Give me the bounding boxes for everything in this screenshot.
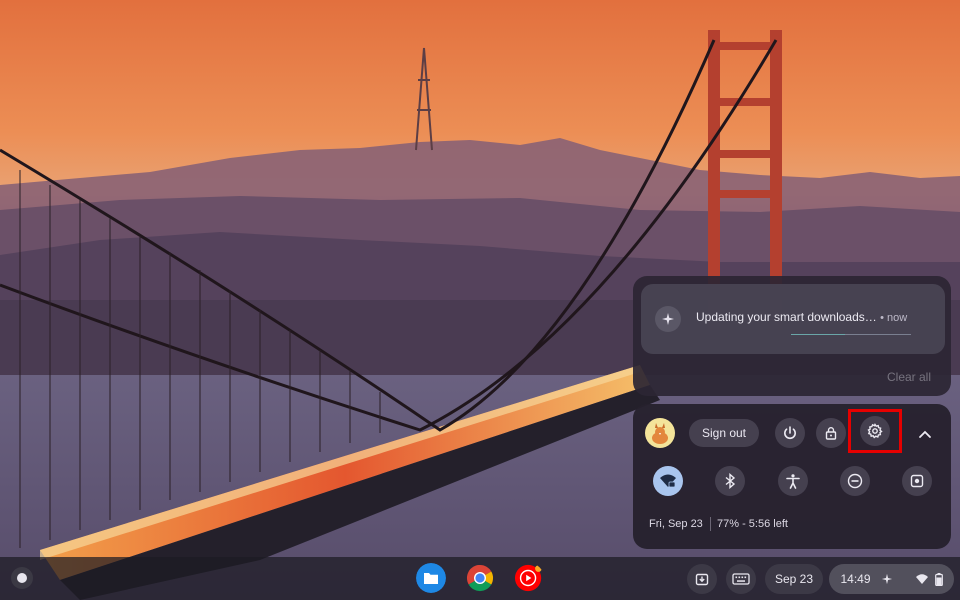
wifi-status-icon <box>915 574 928 584</box>
clock-time: 14:49 <box>840 572 871 586</box>
wifi-icon <box>660 474 676 488</box>
notification-center: Updating your smart downloads… • now Cle… <box>633 276 951 396</box>
bluetooth-icon <box>725 473 736 489</box>
files-app-icon[interactable] <box>416 563 446 593</box>
accessibility-icon <box>786 474 800 489</box>
launcher-icon <box>17 573 27 583</box>
lock-button[interactable] <box>816 418 846 448</box>
shelf: Sep 23 14:49 <box>0 557 960 600</box>
battery-icon <box>934 572 943 586</box>
notification-card[interactable]: Updating your smart downloads… • now <box>641 284 945 354</box>
do-not-disturb-icon <box>847 473 863 489</box>
download-tray-icon <box>695 573 709 586</box>
power-button[interactable] <box>775 418 805 448</box>
notification-progress-fill <box>791 334 845 335</box>
date-tray-button[interactable]: Sep 23 <box>765 564 823 594</box>
launcher-button[interactable] <box>11 567 33 589</box>
screen-capture-icon <box>910 474 924 488</box>
collapse-button[interactable] <box>913 422 937 446</box>
sign-out-button[interactable]: Sign out <box>689 419 759 447</box>
divider <box>710 517 711 531</box>
power-icon <box>784 426 796 440</box>
keyboard-icon <box>732 573 750 585</box>
notification-progress-bar <box>791 334 911 335</box>
youtube-music-app-icon[interactable] <box>514 563 544 593</box>
battery-status[interactable]: 77% - 5:56 left <box>717 518 788 530</box>
sparkle-status-icon <box>881 573 892 585</box>
screen-capture-tile[interactable] <box>902 466 932 496</box>
notification-title: Updating your smart downloads… <box>696 310 877 324</box>
notification-time: • now <box>880 312 908 324</box>
lock-icon <box>825 427 837 440</box>
settings-highlight-box <box>848 409 902 453</box>
holding-space-button[interactable] <box>687 564 717 594</box>
notification-message: Updating your smart downloads… • now <box>696 310 907 324</box>
virtual-keyboard-button[interactable] <box>726 564 756 594</box>
do-not-disturb-tile[interactable] <box>840 466 870 496</box>
avatar[interactable] <box>645 418 675 448</box>
wifi-tile[interactable] <box>653 466 683 496</box>
accessibility-tile[interactable] <box>778 466 808 496</box>
clear-all-button[interactable]: Clear all <box>887 370 931 384</box>
sparkle-icon <box>655 306 681 332</box>
status-area-button[interactable]: 14:49 <box>829 564 954 594</box>
bluetooth-tile[interactable] <box>715 466 745 496</box>
date-label[interactable]: Fri, Sep 23 <box>649 518 703 530</box>
chevron-up-icon <box>919 430 931 438</box>
quick-settings-panel: Sign out Fri, Sep 23 77% - 5:56 left <box>633 404 951 549</box>
chrome-app-icon[interactable] <box>465 563 495 593</box>
